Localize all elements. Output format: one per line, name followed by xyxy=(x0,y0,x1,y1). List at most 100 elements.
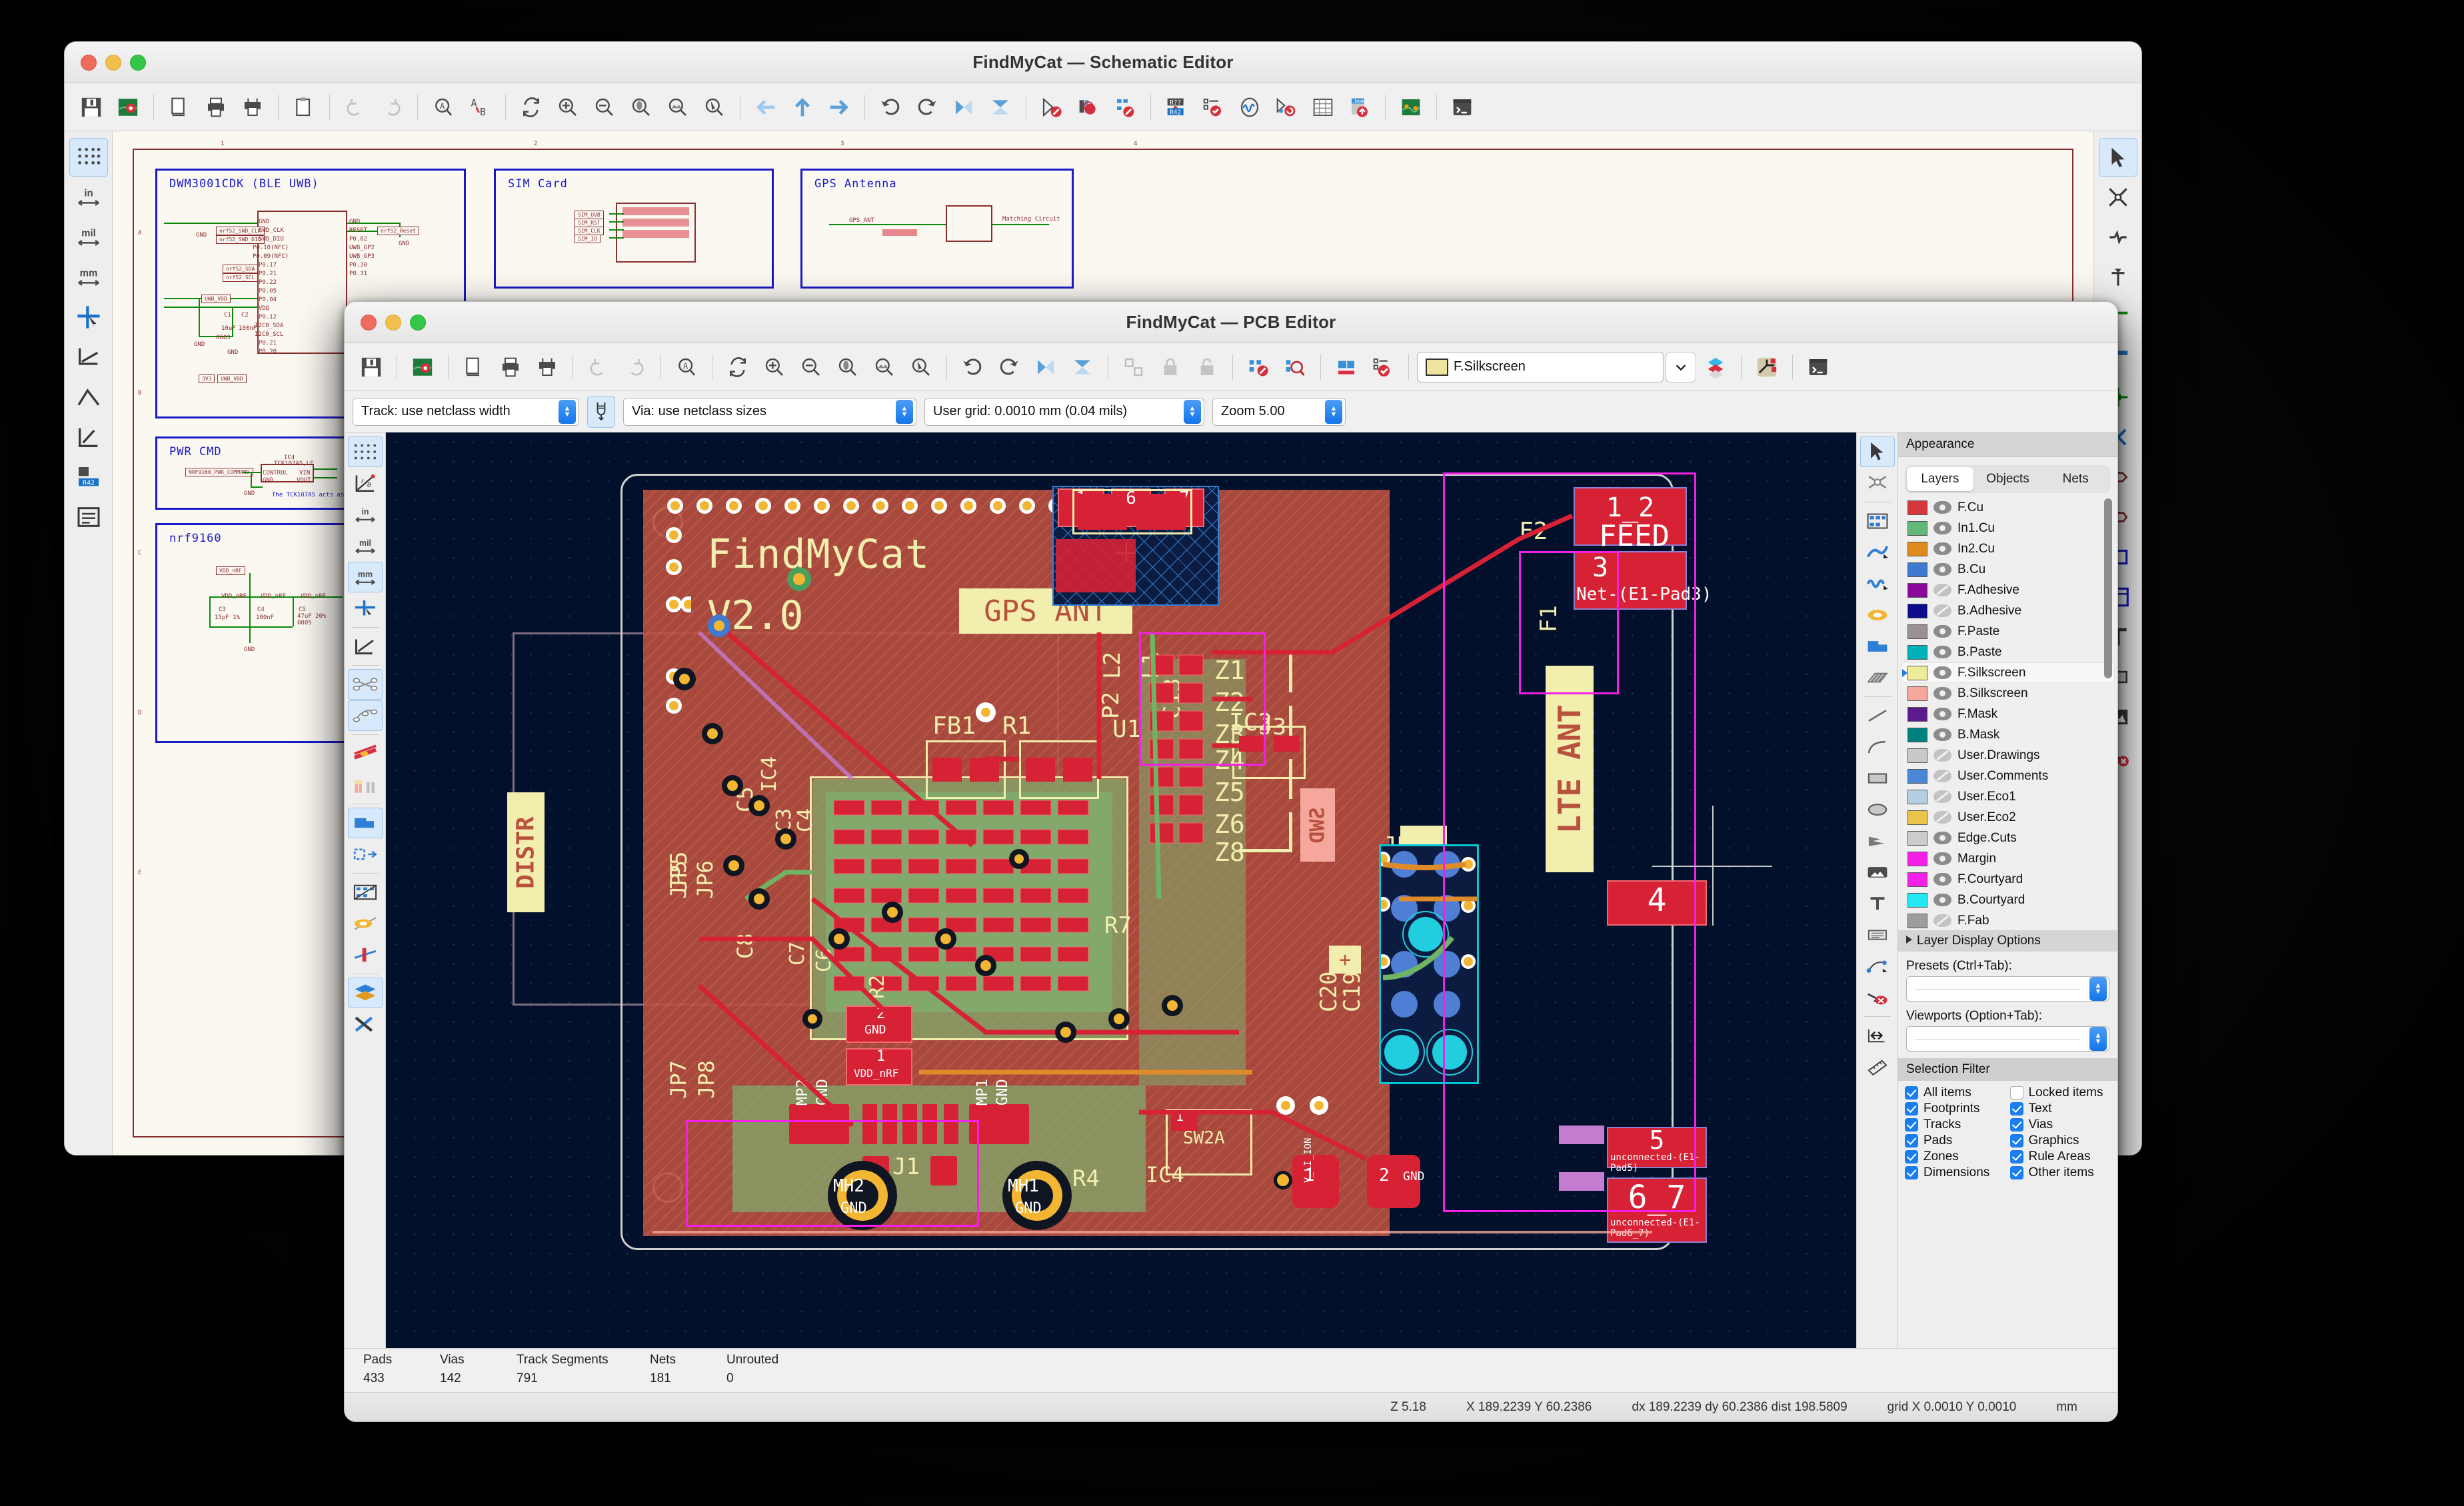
grid-icon[interactable] xyxy=(347,436,383,467)
eye-icon[interactable] xyxy=(1933,708,1951,720)
measure-tool-icon[interactable] xyxy=(1860,1052,1895,1082)
track-width-stepper[interactable]: ▲ ▼ xyxy=(559,399,576,424)
zoom-objects-icon[interactable] xyxy=(660,90,695,125)
filter-checkbox-rule-areas[interactable]: Rule Areas xyxy=(2009,1149,2111,1164)
properties-manager-icon[interactable] xyxy=(348,1009,383,1040)
zoom-in-icon[interactable] xyxy=(757,350,792,384)
find-replace-icon[interactable]: AB xyxy=(463,90,497,125)
layer-row-f-adhesive[interactable]: F.Adhesive xyxy=(1901,580,2115,600)
layer-pair-icon[interactable] xyxy=(1698,350,1733,384)
eye-icon[interactable] xyxy=(1933,501,1951,514)
mirror-v-icon[interactable] xyxy=(983,90,1018,125)
layer-color-swatch[interactable] xyxy=(1907,686,1927,701)
routing-icon[interactable] xyxy=(1750,350,1784,384)
place-footprint-icon[interactable] xyxy=(1860,506,1895,536)
layer-row-edge-cuts[interactable]: Edge.Cuts xyxy=(1901,828,2115,848)
filter-checkbox-locked-items[interactable]: Locked items xyxy=(2009,1086,2111,1100)
schematic-left-toolbar[interactable]: in mil mm R42 xyxy=(65,131,113,1155)
layer-color-swatch[interactable] xyxy=(1907,789,1927,804)
zoom-fit-icon[interactable] xyxy=(830,350,865,384)
delete-tool-icon[interactable] xyxy=(1860,982,1895,1013)
via-size-selector[interactable]: Via: use netclass sizes ▲ ▼ xyxy=(623,397,916,426)
layer-row-f-paste[interactable]: F.Paste xyxy=(1901,621,2115,642)
layer-row-b-adhesive[interactable]: B.Adhesive xyxy=(1901,600,2115,621)
zoom-out-icon[interactable] xyxy=(587,90,622,125)
draw-polygon-icon[interactable] xyxy=(1860,826,1895,856)
rotate-ccw-icon[interactable] xyxy=(873,90,908,125)
layer-color-swatch[interactable] xyxy=(1907,706,1927,722)
erc-icon[interactable]: R?? R42 xyxy=(1159,90,1194,125)
place-textbox-icon[interactable] xyxy=(1860,920,1895,950)
appearance-tabs[interactable]: Layers Objects Nets xyxy=(1905,465,2111,493)
eye-icon[interactable] xyxy=(1933,894,1951,906)
settings-icon[interactable] xyxy=(111,90,145,125)
appearance-panel[interactable]: Appearance Layers Objects Nets F.Cu In1.C… xyxy=(1897,432,2117,1348)
via-size-stepper[interactable]: ▲ ▼ xyxy=(896,399,913,424)
layers-manager-icon[interactable] xyxy=(347,978,383,1008)
grid-selector[interactable]: User grid: 0.0010 mm (0.04 mils) ▲ ▼ xyxy=(924,397,1204,426)
eye-off-icon[interactable] xyxy=(1933,749,1951,762)
eye-off-icon[interactable] xyxy=(1933,604,1951,617)
refresh-icon[interactable] xyxy=(720,350,755,384)
draw-circle-icon[interactable] xyxy=(1860,794,1895,825)
rotate-cw-icon[interactable] xyxy=(992,350,1026,384)
zoom-selector[interactable]: Zoom 5.00 ▲ ▼ xyxy=(1212,397,1346,426)
checkbox-icon[interactable] xyxy=(1905,1166,1918,1179)
scripting-console-icon[interactable] xyxy=(1801,350,1836,384)
bom-table-icon[interactable] xyxy=(1306,90,1340,125)
route-diffpair-icon[interactable] xyxy=(1860,568,1895,599)
route-track-icon[interactable] xyxy=(1860,537,1895,568)
layer-row-user-comments[interactable]: User.Comments xyxy=(1901,766,2115,786)
place-symbol-icon[interactable] xyxy=(2099,218,2137,257)
filter-checkbox-pads[interactable]: Pads xyxy=(1905,1133,2006,1148)
simulator-icon[interactable] xyxy=(1232,90,1267,125)
checkbox-icon[interactable] xyxy=(2009,1150,2023,1163)
plot-icon[interactable] xyxy=(530,350,565,384)
viewports-field[interactable]: Viewports (Option+Tab): ▲ ▼ xyxy=(1906,1004,2109,1052)
ratsnest-curved-icon[interactable] xyxy=(347,700,383,731)
presets-input[interactable]: ▲ ▼ xyxy=(1906,976,2109,1002)
layer-color-swatch[interactable] xyxy=(1907,810,1927,825)
mirror-h-icon[interactable] xyxy=(1028,350,1063,384)
layer-color-swatch[interactable] xyxy=(1907,665,1927,680)
checkbox-icon[interactable] xyxy=(2009,1118,2023,1131)
checkbox-icon[interactable] xyxy=(2009,1086,2023,1100)
highlight-net-icon[interactable] xyxy=(2099,178,2137,217)
filter-checkbox-tracks[interactable]: Tracks xyxy=(1905,1118,2006,1132)
annotate-icon[interactable] xyxy=(1034,90,1069,125)
checkbox-icon[interactable] xyxy=(1905,1118,1918,1131)
place-text-icon[interactable] xyxy=(1860,888,1895,919)
navigate-up-icon[interactable] xyxy=(785,90,820,125)
layer-color-swatch[interactable] xyxy=(1907,520,1927,536)
layer-color-swatch[interactable] xyxy=(1907,768,1927,784)
place-power-icon[interactable] xyxy=(2099,258,2137,297)
unit-mil-icon[interactable]: mil xyxy=(69,218,108,257)
zone-tool-icon[interactable] xyxy=(1860,631,1895,662)
draw-rectangle-icon[interactable] xyxy=(1860,763,1895,794)
layer-row-in2-cu[interactable]: In2.Cu xyxy=(1901,538,2115,559)
layer-color-swatch[interactable] xyxy=(1907,892,1927,908)
update-pcb-icon[interactable] xyxy=(1269,90,1304,125)
via-fill-icon[interactable] xyxy=(348,770,383,800)
place-image-icon[interactable] xyxy=(1860,857,1895,888)
checkbox-icon[interactable] xyxy=(2009,1166,2023,1179)
viewports-input[interactable]: ▲ ▼ xyxy=(1906,1026,2109,1052)
checkbox-icon[interactable] xyxy=(2009,1134,2023,1147)
filter-checkbox-graphics[interactable]: Graphics xyxy=(2009,1133,2111,1148)
zoom-out-icon[interactable] xyxy=(794,350,828,384)
drc-icon[interactable] xyxy=(1366,350,1400,384)
footprint-sketch-icon[interactable] xyxy=(348,877,383,908)
navigate-forward-icon[interactable] xyxy=(822,90,856,125)
zoom-selection-icon[interactable] xyxy=(904,350,938,384)
symbol-checker-icon[interactable] xyxy=(1071,90,1106,125)
filter-checkbox-all-items[interactable]: All items xyxy=(1905,1086,2006,1100)
unit-mm-icon[interactable]: mm xyxy=(347,562,383,592)
layer-row-user-eco2[interactable]: User.Eco2 xyxy=(1901,807,2115,828)
hv45-mode-icon[interactable] xyxy=(348,631,383,662)
grid-icon[interactable] xyxy=(69,138,108,177)
layer-row-b-courtyard[interactable]: B.Courtyard xyxy=(1901,890,2115,910)
eye-off-icon[interactable] xyxy=(1933,584,1951,596)
unit-mil-icon[interactable]: mil xyxy=(348,530,383,561)
bom-icon[interactable] xyxy=(1196,90,1230,125)
layer-color-swatch[interactable] xyxy=(1907,500,1927,515)
